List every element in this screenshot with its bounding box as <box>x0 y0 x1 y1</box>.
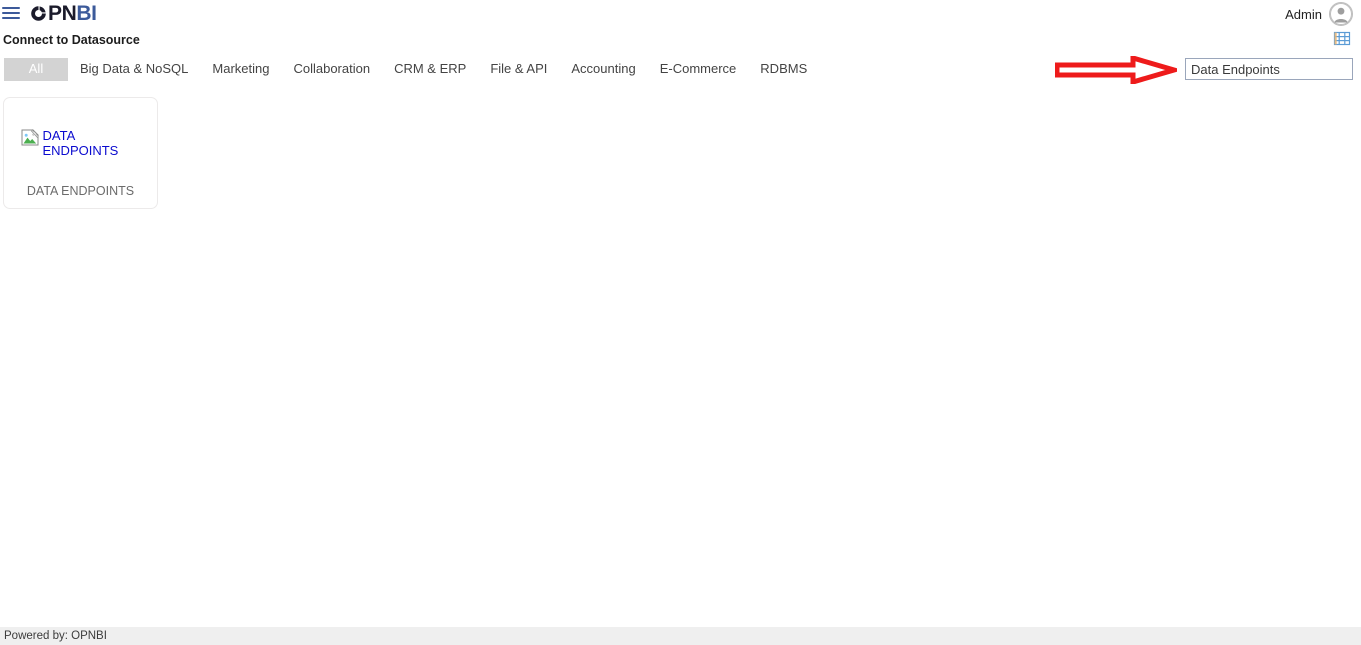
hamburger-menu-icon[interactable] <box>0 4 22 22</box>
opnbi-logo[interactable]: PN BI <box>30 3 97 24</box>
broken-image-icon <box>21 129 39 146</box>
logo-text-blue: BI <box>76 1 97 25</box>
hamburger-line <box>2 7 20 9</box>
datasource-card-label: DATA ENDPOINTS <box>26 184 135 198</box>
broken-image-placeholder: DATA ENDPOINTS <box>21 128 141 158</box>
tab-crm-erp[interactable]: CRM & ERP <box>382 58 478 81</box>
tab-all[interactable]: All <box>4 58 68 81</box>
opnbi-circle-mark-icon <box>30 5 47 22</box>
footer-bar: Powered by: OPNBI <box>0 627 1361 645</box>
broken-image-alt-text: DATA ENDPOINTS <box>42 128 119 158</box>
tab-accounting[interactable]: Accounting <box>559 58 647 81</box>
datasource-card-data-endpoints[interactable]: DATA ENDPOINTS DATA ENDPOINTS <box>3 97 158 209</box>
footer-powered-by-text: Powered by: OPNBI <box>4 630 107 642</box>
tab-collaboration[interactable]: Collaboration <box>281 58 382 81</box>
logo-text-dark: PN <box>48 1 77 25</box>
top-bar: PN BI Admin <box>0 0 1361 46</box>
user-account-area[interactable]: Admin <box>1285 2 1353 26</box>
tab-rdbms[interactable]: RDBMS <box>748 58 819 81</box>
hamburger-line <box>2 17 20 19</box>
brand-area: PN BI <box>0 0 97 26</box>
tab-marketing[interactable]: Marketing <box>200 58 281 81</box>
tab-e-commerce[interactable]: E-Commerce <box>648 58 749 81</box>
tab-file-api[interactable]: File & API <box>478 58 559 81</box>
user-name-label: Admin <box>1285 6 1322 22</box>
datasource-card-grid: DATA ENDPOINTS DATA ENDPOINTS <box>3 97 158 209</box>
search-input[interactable] <box>1185 58 1353 80</box>
page-title: Connect to Datasource <box>3 33 140 47</box>
user-avatar-icon[interactable] <box>1329 2 1353 26</box>
category-tabs: All Big Data & NoSQL Marketing Collabora… <box>4 58 819 81</box>
hamburger-line <box>2 12 20 14</box>
red-block-arrow-icon <box>1054 54 1183 86</box>
tab-big-data-nosql[interactable]: Big Data & NoSQL <box>68 58 200 81</box>
table-grid-icon[interactable] <box>1332 30 1352 48</box>
datasource-card-image: DATA ENDPOINTS <box>4 98 157 184</box>
